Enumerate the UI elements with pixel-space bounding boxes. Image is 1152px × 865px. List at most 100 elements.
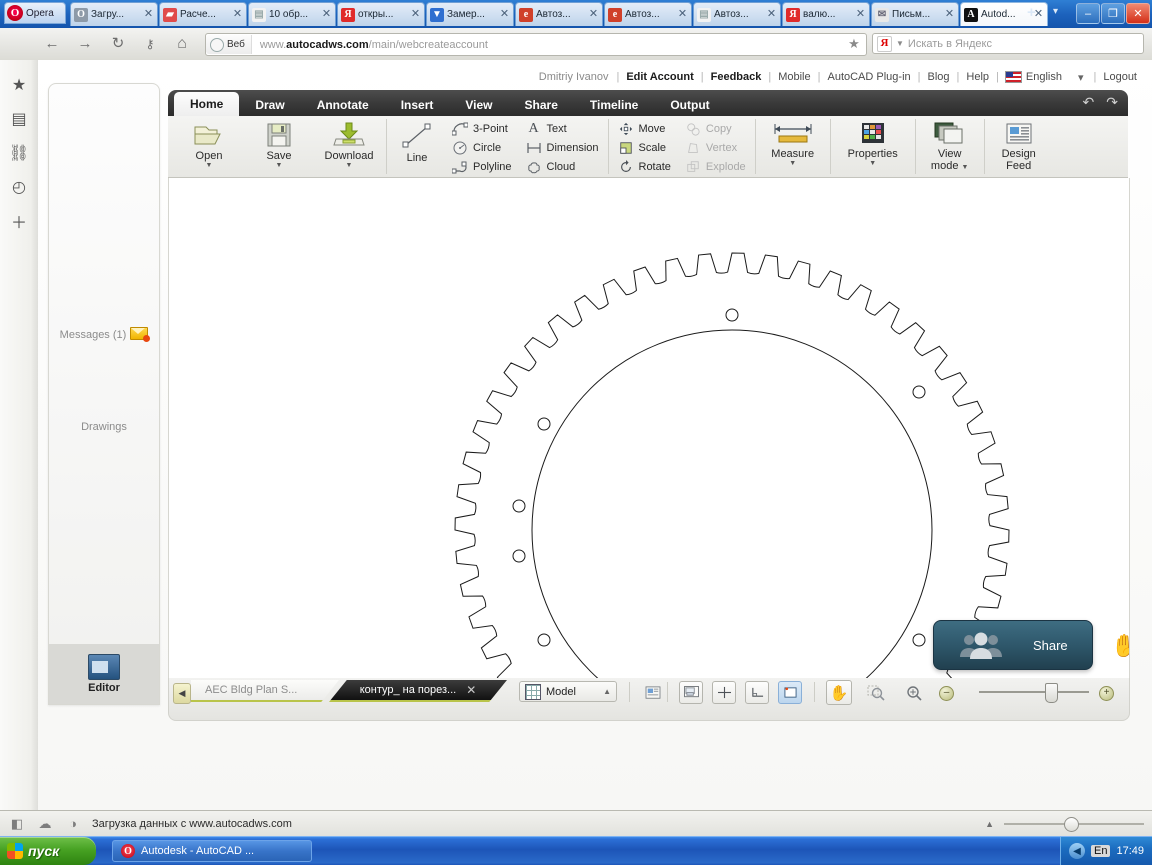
scale-button[interactable]: Scale	[615, 140, 674, 156]
grid-button[interactable]	[778, 681, 802, 704]
new-tab-button[interactable]: +	[1027, 4, 1036, 21]
open-button[interactable]: Open ▼	[178, 119, 240, 169]
ribbon-tab-draw[interactable]: Draw	[239, 94, 300, 116]
drawing-canvas[interactable]: ✋ Share	[168, 178, 1130, 678]
star-icon[interactable]: ★	[0, 68, 38, 102]
close-icon[interactable]: ✕	[766, 9, 777, 20]
browser-tab[interactable]: ✉ Письм... ✕	[871, 2, 959, 26]
move-button[interactable]: Move	[615, 121, 674, 137]
language-indicator[interactable]: En	[1091, 845, 1111, 857]
key-icon[interactable]: ⚷	[140, 34, 160, 54]
close-icon[interactable]: ✕	[677, 9, 688, 20]
reload-icon[interactable]: ↻	[108, 34, 128, 54]
space-selector[interactable]: Model ▲	[519, 681, 617, 702]
line-button[interactable]: Line	[393, 119, 441, 164]
zoom-extents-button[interactable]	[902, 681, 926, 704]
ribbon-tab-timeline[interactable]: Timeline	[574, 94, 654, 116]
zoom-window-button[interactable]	[864, 681, 888, 704]
nav-link-blog[interactable]: Blog	[921, 71, 957, 83]
ortho-button[interactable]	[745, 681, 769, 704]
close-icon[interactable]: ✕	[588, 9, 599, 20]
measure-button[interactable]: Measure ▼	[762, 119, 824, 167]
star-icon[interactable]: ★	[843, 33, 865, 54]
chevron-down-icon[interactable]: ▾	[1068, 71, 1094, 84]
chevron-down-icon[interactable]: ▼	[896, 39, 904, 48]
ribbon-tab-annotate[interactable]: Annotate	[301, 94, 385, 116]
add-icon[interactable]: ＋	[0, 204, 38, 238]
close-icon[interactable]: ✕	[321, 9, 332, 20]
browser-tab[interactable]: ▤ Автоз... ✕	[693, 2, 781, 26]
download-button[interactable]: Download ▼	[318, 119, 380, 169]
ribbon-tab-insert[interactable]: Insert	[385, 94, 450, 116]
zoom-in-button[interactable]: +	[1099, 686, 1114, 701]
url-input[interactable]: Веб www.autocadws.com/main/webcreateacco…	[205, 33, 867, 56]
browser-tab[interactable]: ▼ Замер... ✕	[426, 2, 514, 26]
home-icon[interactable]: ⌂	[172, 34, 192, 54]
zoom-slider[interactable]	[979, 691, 1089, 693]
zoom-out-button[interactable]: –	[939, 686, 954, 701]
browser-tab[interactable]: Яоткры... ✕	[337, 2, 425, 26]
explode-button[interactable]: Explode	[682, 159, 749, 175]
history-icon[interactable]: ◴	[0, 170, 38, 204]
drawing-tab-inactive[interactable]: AEC Bldg Plan S...	[191, 680, 339, 702]
close-icon[interactable]: ✕	[499, 9, 510, 20]
chevron-down-icon[interactable]: ▼	[789, 160, 796, 167]
osnap-button[interactable]	[712, 681, 736, 704]
close-icon[interactable]: ✕	[410, 9, 421, 20]
layers-button[interactable]	[641, 681, 665, 704]
copy-button[interactable]: Copy	[682, 121, 749, 137]
close-icon[interactable]: ✕	[232, 9, 243, 20]
chevron-down-icon[interactable]: ▼	[869, 160, 876, 167]
ribbon-tab-home[interactable]: Home	[174, 92, 240, 116]
chevron-down-icon[interactable]: ▼	[206, 162, 213, 169]
window-close-button[interactable]: ✕	[1126, 3, 1150, 24]
panel-toggle-icon[interactable]: ◧	[8, 815, 26, 833]
cloud-button[interactable]: Cloud	[523, 159, 602, 175]
polyline-button[interactable]: Polyline	[449, 159, 515, 175]
shield-icon[interactable]: ◑	[64, 815, 82, 833]
share-button[interactable]: Share	[933, 620, 1093, 670]
rotate-button[interactable]: Rotate	[615, 159, 674, 175]
circle-button[interactable]: Circle	[449, 140, 515, 156]
chevron-down-icon[interactable]: ▼	[276, 162, 283, 169]
zoom-up-icon[interactable]: ▲	[985, 819, 994, 829]
ribbon-tab-view[interactable]: View	[449, 94, 508, 116]
tray-expand-icon[interactable]: ◀	[1069, 843, 1085, 859]
chevron-up-icon[interactable]: ▲	[603, 687, 611, 696]
close-icon[interactable]: ✕	[143, 9, 154, 20]
tab-menu-button[interactable]: ▾	[1053, 6, 1058, 17]
close-icon[interactable]: ✕	[466, 683, 476, 697]
messages-row[interactable]: Messages (1)	[49, 327, 159, 342]
undo-icon[interactable]: ↶	[1083, 94, 1095, 111]
dimension-button[interactable]: Dimension	[523, 140, 602, 156]
notes-icon[interactable]: ▤	[0, 102, 38, 136]
properties-button[interactable]: Properties ▼	[837, 119, 909, 167]
page-zoom-knob[interactable]	[1064, 816, 1079, 832]
browser-tab[interactable]: ▤ 10 обр... ✕	[248, 2, 336, 26]
chevron-down-icon[interactable]: ▼	[346, 162, 353, 169]
language-selector[interactable]: English	[999, 71, 1068, 83]
nav-link-edit-account[interactable]: Edit Account	[619, 71, 700, 83]
nav-link-mobile[interactable]: Mobile	[771, 71, 817, 83]
vertex-button[interactable]: Vertex	[682, 140, 749, 156]
window-minimize-button[interactable]: –	[1076, 3, 1100, 24]
browser-tab[interactable]: e Автоз... ✕	[515, 2, 603, 26]
close-icon[interactable]: ✕	[944, 9, 955, 20]
nav-link-help[interactable]: Help	[959, 71, 996, 83]
taskbar-item-opera[interactable]: O Autodesk - AutoCAD ...	[112, 840, 312, 862]
nav-link-autocad-plugin[interactable]: AutoCAD Plug-in	[820, 71, 917, 83]
nav-link-feedback[interactable]: Feedback	[704, 71, 769, 83]
design-feed-button[interactable]: Design Feed	[991, 119, 1047, 172]
zoom-slider-knob[interactable]	[1045, 683, 1058, 703]
opera-menu-button[interactable]: O Opera	[4, 2, 66, 24]
browser-tab[interactable]: O Загру... ✕	[70, 2, 158, 26]
save-button[interactable]: Save ▼	[248, 119, 310, 169]
text-button[interactable]: A Text	[523, 121, 602, 137]
ribbon-tab-output[interactable]: Output	[654, 94, 725, 116]
page-zoom-slider[interactable]	[1004, 816, 1144, 832]
drawing-tab-active[interactable]: контур_ на порез... ✕	[329, 680, 507, 702]
search-input[interactable]: Я ▼ Искать в Яндекс	[872, 33, 1144, 54]
links-icon[interactable]: ⛓	[0, 136, 38, 170]
layout-button[interactable]	[679, 681, 703, 704]
nav-link-logout[interactable]: Logout	[1096, 71, 1144, 83]
